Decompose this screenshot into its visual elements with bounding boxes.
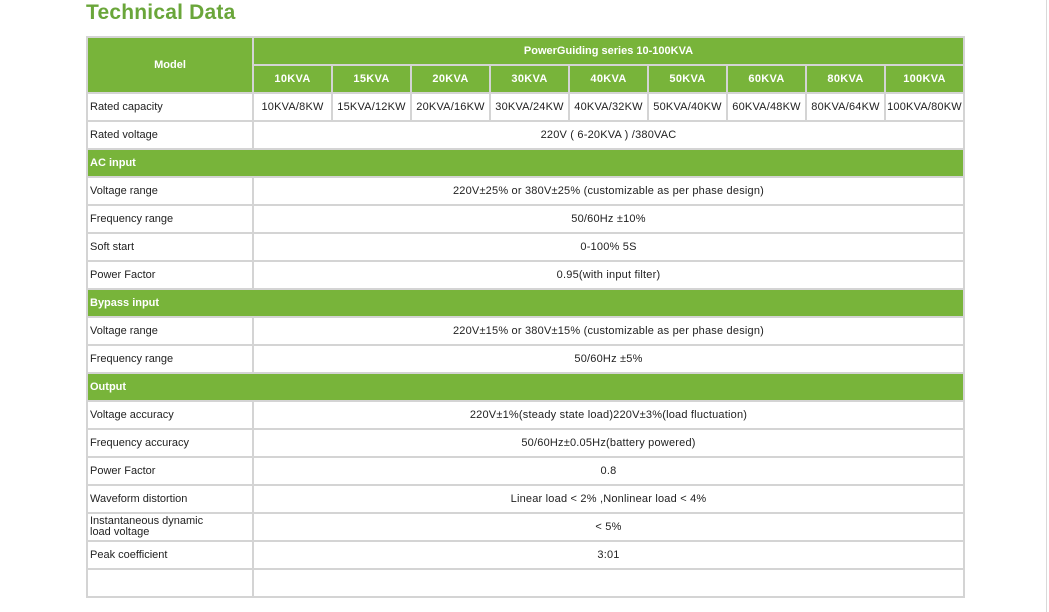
capacity-cell: 50KVA/40KW [647,92,728,122]
model-column-header: 100KVA [884,64,965,94]
capacity-cell: 15KVA/12KW [331,92,412,122]
technical-data-table: Model PowerGuiding series 10-100KVA 10KV… [86,36,965,598]
row-label: Voltage range [86,316,254,346]
series-header: PowerGuiding series 10-100KVA [252,36,965,66]
row-value: 50/60Hz±0.05Hz(battery powered) [252,428,965,458]
model-column-header: 40KVA [568,64,649,94]
row-value-empty [252,568,965,598]
capacity-cell: 100KVA/80KW [884,92,965,122]
row-value: 3:01 [252,540,965,570]
section-title: Bypass input [86,288,965,318]
table-row: Voltage range 220V±15% or 380V±15% (cust… [86,316,965,346]
capacity-cell: 40KVA/32KW [568,92,649,122]
section-title: Output [86,372,965,402]
table-row: Soft start 0-100% 5S [86,232,965,262]
section-header-ac-input: AC input [86,148,965,178]
row-label: Instantaneous dynamic load voltage [86,512,254,542]
table-row: Frequency accuracy 50/60Hz±0.05Hz(batter… [86,428,965,458]
table-row: Instantaneous dynamic load voltage < 5% [86,512,965,542]
capacity-cell: 80KVA/64KW [805,92,886,122]
table-row: Power Factor 0.95(with input filter) [86,260,965,290]
row-label: Power Factor [86,456,254,486]
capacity-cell: 30KVA/24KW [489,92,570,122]
table-row-rated-voltage: Rated voltage 220V ( 6-20KVA ) /380VAC [86,120,965,150]
row-label: Soft start [86,232,254,262]
model-column-header: 20KVA [410,64,491,94]
row-label: Rated voltage [86,120,254,150]
row-value: 220V ( 6-20KVA ) /380VAC [252,120,965,150]
model-header: Model [86,36,254,94]
row-label: Peak coefficient [86,540,254,570]
table-row-rated-capacity: Rated capacity 10KVA/8KW 15KVA/12KW 20KV… [86,92,965,122]
row-value: 0-100% 5S [252,232,965,262]
row-value: 50/60Hz ±10% [252,204,965,234]
section-header-output: Output [86,372,965,402]
section-title: AC input [86,148,965,178]
table-row: Voltage range 220V±25% or 380V±25% (cust… [86,176,965,206]
row-label: Voltage range [86,176,254,206]
capacity-cell: 20KVA/16KW [410,92,491,122]
model-column-header: 15KVA [331,64,412,94]
row-value: Linear load < 2% ,Nonlinear load < 4% [252,484,965,514]
row-value: 50/60Hz ±5% [252,344,965,374]
section-header-bypass-input: Bypass input [86,288,965,318]
row-label: Frequency range [86,204,254,234]
model-column-header: 10KVA [252,64,333,94]
row-value: 0.95(with input filter) [252,260,965,290]
table-row: Waveform distortion Linear load < 2% ,No… [86,484,965,514]
capacity-cell: 10KVA/8KW [252,92,333,122]
row-label: Frequency range [86,344,254,374]
table-row-partial [86,568,965,598]
row-value: 0.8 [252,456,965,486]
capacity-cell: 60KVA/48KW [726,92,807,122]
row-label: Power Factor [86,260,254,290]
model-column-header: 50KVA [647,64,728,94]
table-row: Peak coefficient 3:01 [86,540,965,570]
row-label: Frequency accuracy [86,428,254,458]
model-column-header: 60KVA [726,64,807,94]
page-title: Technical Data [86,1,236,24]
model-column-header: 30KVA [489,64,570,94]
row-value: < 5% [252,512,965,542]
table-row: Voltage accuracy 220V±1%(steady state lo… [86,400,965,430]
row-label: Voltage accuracy [86,400,254,430]
row-label: Waveform distortion [86,484,254,514]
table-row: Frequency range 50/60Hz ±10% [86,204,965,234]
row-value: 220V±1%(steady state load)220V±3%(load f… [252,400,965,430]
page-edge-divider [1046,0,1047,612]
table-row: Frequency range 50/60Hz ±5% [86,344,965,374]
row-label: Rated capacity [86,92,254,122]
row-label-empty [86,568,254,598]
row-value: 220V±15% or 380V±15% (customizable as pe… [252,316,965,346]
row-value: 220V±25% or 380V±25% (customizable as pe… [252,176,965,206]
table-row: Power Factor 0.8 [86,456,965,486]
model-column-header: 80KVA [805,64,886,94]
